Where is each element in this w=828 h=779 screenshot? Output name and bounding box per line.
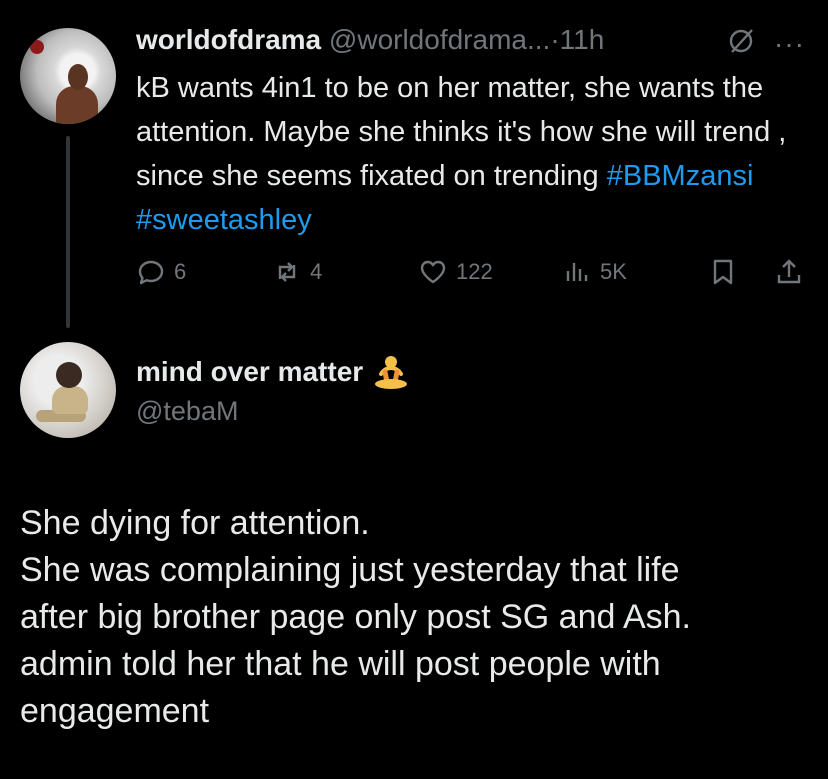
views-button[interactable]: 5K [562,252,627,292]
user-handle[interactable]: @tebaM [136,396,238,427]
hashtag-link[interactable]: #BBMzansi [607,160,754,192]
tweet-text: kB wants 4in1 to be on her matter, she w… [136,66,816,242]
avatar-figure-head [56,362,82,388]
like-count: 122 [456,259,493,284]
view-count: 5K [600,259,627,284]
more-icon[interactable]: ··· [774,28,805,60]
bookmark-icon [713,259,733,285]
hashtag-link[interactable]: #sweetashley [136,204,312,236]
display-name: mind over matter [136,356,364,387]
user-handle[interactable]: @worldofdrama... [329,24,550,55]
reply-text-line: She dying for attention. [20,504,370,542]
reply-text-line: engagement [20,692,210,730]
tweet-header: worldofdrama @worldofdrama...·11h [136,24,604,56]
avatar-tebaM[interactable] [20,342,116,438]
reply-text-line: She was complaining just yesterday that … [20,551,680,589]
thread-connector-line [66,136,70,328]
display-name[interactable]: worldofdrama [136,24,321,55]
avatar-worldofdrama[interactable] [20,28,116,124]
reply-text: She dying for attention. She was complai… [20,500,820,735]
reply-text-line: admin told her that he will post people … [20,645,661,683]
avatar-flower-detail [30,40,44,54]
tweet-time[interactable]: 11h [560,24,605,55]
avatar-figure-body [56,86,98,124]
views-icon [566,263,588,281]
reply-button[interactable]: 6 [136,252,186,292]
tweet-actions: 6 4 122 5K [136,252,816,292]
meditation-emoji-icon [375,356,408,389]
avatar-figure-face [68,64,88,90]
separator-dot: · [550,24,560,55]
like-button[interactable]: 122 [418,252,493,292]
reply-icon [138,260,164,285]
share-icon [777,259,801,284]
reply-display-name[interactable]: mind over matter [136,352,411,392]
reply-text-line: after big brother page only post SG and … [20,598,691,636]
share-button[interactable] [774,252,804,292]
bookmark-button[interactable] [708,252,738,292]
reply-count: 6 [174,259,187,284]
repost-icon [278,262,296,282]
heart-icon [420,260,446,284]
slash-circle-icon[interactable] [726,26,756,56]
avatar-figure-shirt [52,386,88,414]
repost-count: 4 [310,259,323,284]
repost-button[interactable]: 4 [272,252,322,292]
